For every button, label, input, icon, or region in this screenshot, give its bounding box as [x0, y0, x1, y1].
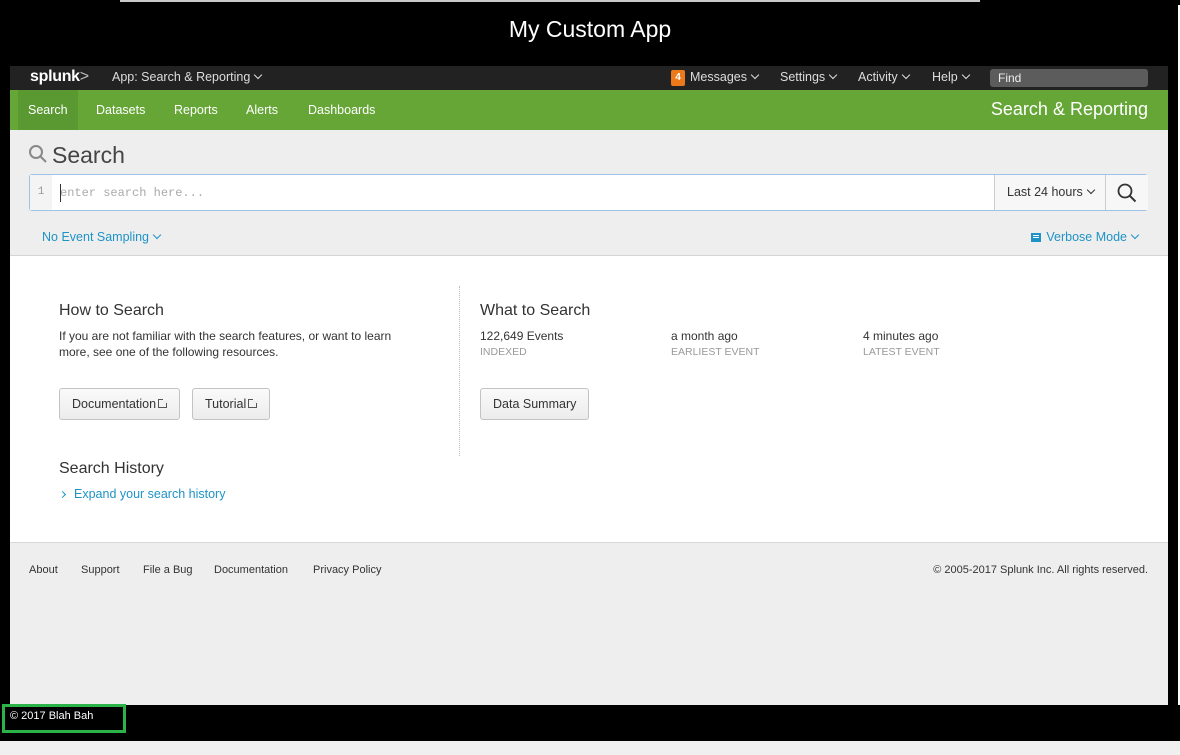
- external-link-icon: [248, 398, 259, 408]
- search-icon: [1117, 183, 1137, 203]
- documentation-button[interactable]: Documentation: [59, 388, 181, 420]
- earliest-event-value: a month ago: [671, 329, 738, 343]
- footer-link-about[interactable]: About: [29, 564, 58, 576]
- tab-search[interactable]: Search: [18, 90, 78, 130]
- event-sampling-dropdown[interactable]: No Event Sampling: [42, 230, 162, 244]
- footer-copyright: © 2005-2017 Splunk Inc. All rights reser…: [933, 564, 1148, 576]
- chevron-down-icon: [254, 70, 263, 80]
- time-range-picker[interactable]: Last 24 hours: [994, 175, 1105, 210]
- page-title: Search: [28, 142, 125, 169]
- splunk-logo[interactable]: splunk>: [30, 68, 89, 86]
- chevron-down-icon: [828, 70, 838, 80]
- tutorial-button[interactable]: Tutorial: [192, 388, 271, 420]
- tab-dashboards[interactable]: Dashboards: [298, 90, 385, 130]
- latest-event-value: 4 minutes ago: [863, 329, 939, 343]
- external-link-icon: [158, 398, 169, 408]
- time-range-label: Last 24 hours: [1007, 185, 1083, 199]
- app-menu[interactable]: App: Search & Reporting: [112, 70, 263, 84]
- chevron-down-icon: [1130, 230, 1140, 240]
- how-to-search-title: How to Search: [59, 302, 164, 319]
- footer-link-file-a-bug[interactable]: File a Bug: [143, 564, 193, 576]
- search-mode-icon: [1031, 233, 1042, 242]
- documentation-button-label: Documentation: [72, 397, 157, 411]
- expand-search-history-label: Expand your search history: [74, 487, 226, 501]
- search-bar: 1 Last 24 hours: [29, 174, 1148, 211]
- app-menu-label: App: Search & Reporting: [112, 70, 251, 84]
- chevron-down-icon: [961, 70, 970, 80]
- help-menu[interactable]: Help: [932, 70, 970, 84]
- chevron-right-icon: [58, 490, 67, 499]
- tutorial-button-label: Tutorial: [205, 397, 247, 411]
- search-mode-dropdown[interactable]: Verbose Mode: [1031, 230, 1140, 244]
- splunk-logo-text: splunk: [30, 68, 80, 85]
- indexed-events-value: 122,649 Events: [480, 329, 564, 343]
- activity-menu[interactable]: Activity: [858, 70, 910, 84]
- earliest-event-label: EARLIEST EVENT: [671, 346, 760, 358]
- tab-datasets[interactable]: Datasets: [86, 90, 155, 130]
- app-copyright: © 2017 Blah Bah: [2, 704, 126, 733]
- footer-link-documentation[interactable]: Documentation: [214, 564, 288, 576]
- settings-label: Settings: [780, 70, 826, 84]
- tab-alerts[interactable]: Alerts: [236, 90, 288, 130]
- description-line-1: If you are not familiar with the search …: [59, 329, 392, 343]
- app-title: My Custom App: [508, 16, 672, 42]
- activity-label: Activity: [858, 70, 898, 84]
- search-icon: [29, 145, 47, 163]
- search-button[interactable]: [1105, 175, 1148, 210]
- search-panel: Search 1 Last 24 hours No Event Sampling…: [10, 130, 1168, 256]
- chevron-down-icon: [152, 230, 162, 240]
- expand-search-history-link[interactable]: Expand your search history: [58, 487, 226, 501]
- footer-link-support[interactable]: Support: [81, 564, 120, 576]
- splunk-bar: splunk> App: Search & Reporting 4 Messag…: [10, 66, 1168, 90]
- latest-event-label: LATEST EVENT: [863, 346, 940, 358]
- settings-menu[interactable]: Settings: [780, 70, 838, 84]
- app-label: Search & Reporting: [990, 99, 1148, 119]
- browser-edge: [120, 0, 980, 2]
- footer-link-privacy-policy[interactable]: Privacy Policy: [313, 564, 381, 576]
- chevron-down-icon: [901, 70, 910, 80]
- search-history-title: Search History: [59, 460, 164, 477]
- messages-menu[interactable]: Messages: [690, 70, 760, 84]
- main-content: How to Search If you are not familiar wi…: [10, 256, 1168, 542]
- chevron-down-icon: [750, 70, 760, 80]
- page-title-text: Search: [52, 142, 125, 168]
- search-mode-label: Verbose Mode: [1046, 230, 1127, 244]
- splunk-logo-chevron: >: [79, 68, 89, 85]
- event-sampling-label: No Event Sampling: [42, 230, 150, 244]
- tab-reports[interactable]: Reports: [164, 90, 228, 130]
- footer: About Support File a Bug Documentation P…: [10, 542, 1168, 705]
- help-label: Help: [932, 70, 958, 84]
- indexed-events-label: INDEXED: [480, 346, 527, 358]
- how-to-search-description: If you are not familiar with the search …: [59, 328, 391, 360]
- app-bar: Search Datasets Reports Alerts Dashboard…: [10, 90, 1168, 130]
- splunk-frame: splunk> App: Search & Reporting 4 Messag…: [10, 66, 1168, 705]
- section-divider: [459, 286, 460, 456]
- what-to-search-title: What to Search: [480, 302, 591, 319]
- chevron-down-icon: [1086, 185, 1095, 195]
- find-input[interactable]: [990, 69, 1148, 87]
- search-input[interactable]: [58, 175, 988, 210]
- line-number: 1: [30, 175, 52, 210]
- window-bottom-edge: [0, 741, 1180, 755]
- messages-count-badge[interactable]: 4: [671, 70, 685, 86]
- messages-label: Messages: [690, 70, 747, 84]
- text-cursor: [60, 184, 61, 202]
- data-summary-button[interactable]: Data Summary: [480, 388, 590, 420]
- description-line-2: more, see one of the following resources…: [59, 345, 279, 359]
